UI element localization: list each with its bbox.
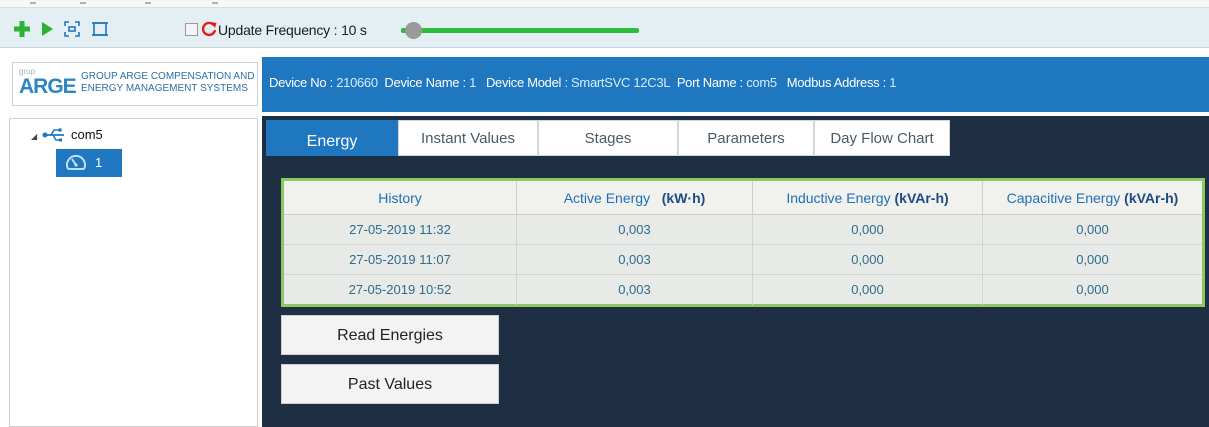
table-header: History Active Energy (kW·h) Inductive E… [284,181,1202,215]
table-row[interactable]: 27-05-2019 11:32 0,003 0,000 0,000 [284,215,1202,245]
gauge-icon [64,151,88,175]
cell-history: 27-05-2019 11:07 [284,245,517,275]
device-model-label: Device Model [485,75,562,90]
cell-active-energy: 0,003 [517,245,753,275]
usb-icon [42,128,66,142]
tab-instant-values[interactable]: Instant Values [398,120,538,156]
header-inductive-energy-label: Inductive Energy [786,190,891,206]
tab-parameters[interactable]: Parameters [678,120,814,156]
tree-item-com5[interactable]: com5 [71,127,103,142]
company-logo: grup ARGE GROUP ARGE COMPENSATION AND EN… [12,62,258,106]
toolbar: Update Frequency : 10 s [0,8,1209,48]
cell-inductive-energy: 0,000 [753,275,983,305]
window-top-strip [0,0,1209,8]
refresh-icon[interactable] [201,21,217,37]
header-active-energy[interactable]: Active Energy (kW·h) [517,181,753,215]
logo-line-1: GROUP ARGE COMPENSATION AND [81,71,255,82]
tab-stages[interactable]: Stages [538,120,678,156]
device-no-label: Device No : [269,75,333,90]
table-row[interactable]: 27-05-2019 10:52 0,003 0,000 0,000 [284,275,1202,305]
menu-stub [80,2,86,4]
tree-device-label: 1 [95,155,103,170]
logo-main-text: ARGE [19,75,77,98]
modbus-address-value: 1 [889,75,897,90]
header-history[interactable]: History [284,181,517,215]
collapse-arrow-icon[interactable]: ◢ [31,132,37,141]
read-energies-button[interactable]: Read Energies [281,315,499,355]
tab-bar: Energy Instant Values Stages Parameters … [266,120,1209,156]
update-frequency-label: Update Frequency : 10 s [218,22,367,38]
slider-thumb[interactable] [405,22,422,39]
slider-track [401,28,639,33]
device-name-label: Device Name : [384,75,466,90]
cell-history: 27-05-2019 11:32 [284,215,517,245]
update-frequency-slider[interactable] [393,21,643,39]
header-inductive-energy[interactable]: Inductive Energy (kVAr-h) [753,181,983,215]
device-info-bar: Device No : 210660 Device Name : 1 Devic… [262,57,1209,112]
header-capacitive-energy-unit: (kVAr-h) [1124,190,1179,206]
fit-view-icon[interactable] [63,20,81,38]
header-capacitive-energy[interactable]: Capacitive Energy (kVAr-h) [983,181,1202,215]
logo-company-name: GROUP ARGE COMPENSATION AND ENERGY MANAG… [81,71,257,95]
fullscreen-icon[interactable] [91,20,109,38]
port-name-label: Port Name : [676,75,743,90]
header-inductive-energy-unit: (kVAr-h) [894,190,949,206]
update-frequency-value: 10 s [341,22,367,38]
logo-line-2: ENERGY MANAGEMENT SYSTEMS [81,83,248,94]
arge-logo-mark: grup ARGE [19,67,77,101]
device-no-value: 210660 [336,75,378,90]
device-info-text: Device No : 210660 Device Name : 1 Devic… [269,75,897,90]
cell-active-energy: 0,003 [517,275,753,305]
play-icon[interactable] [38,20,56,38]
cell-capacitive-energy: 0,000 [1076,222,1109,237]
tab-day-flow-chart[interactable]: Day Flow Chart [814,120,950,156]
port-name-value: com5 [746,75,777,90]
table-row[interactable]: 27-05-2019 11:07 0,003 0,000 0,000 [284,245,1202,275]
tab-energy[interactable]: Energy [266,120,398,156]
tree-item-device[interactable]: 1 [56,149,122,177]
cell-capacitive-energy: 0,000 [1076,252,1109,267]
header-active-energy-label: Active Energy [563,190,651,206]
modbus-address-label: Modbus Address : [786,75,887,90]
cell-capacitive-energy: 0,000 [1076,282,1109,297]
device-model-value: : SmartSVC 12C3L [564,75,671,90]
past-values-button[interactable]: Past Values [281,364,499,404]
menu-stub [30,2,36,4]
menu-stub [212,2,218,4]
menu-stub [145,2,151,4]
add-icon[interactable] [13,20,31,38]
cell-active-energy: 0,003 [517,215,753,245]
header-capacitive-energy-label: Capacitive Energy [1006,190,1121,206]
update-frequency-checkbox[interactable] [185,23,198,36]
device-name-value: 1 [469,75,477,90]
energy-table: History Active Energy (kW·h) Inductive E… [281,178,1205,307]
cell-inductive-energy: 0,000 [753,215,983,245]
device-tree: ◢ com5 1 [9,118,258,427]
cell-inductive-energy: 0,000 [753,245,983,275]
cell-history: 27-05-2019 10:52 [284,275,517,305]
header-active-energy-unit: (kW·h) [661,190,706,206]
